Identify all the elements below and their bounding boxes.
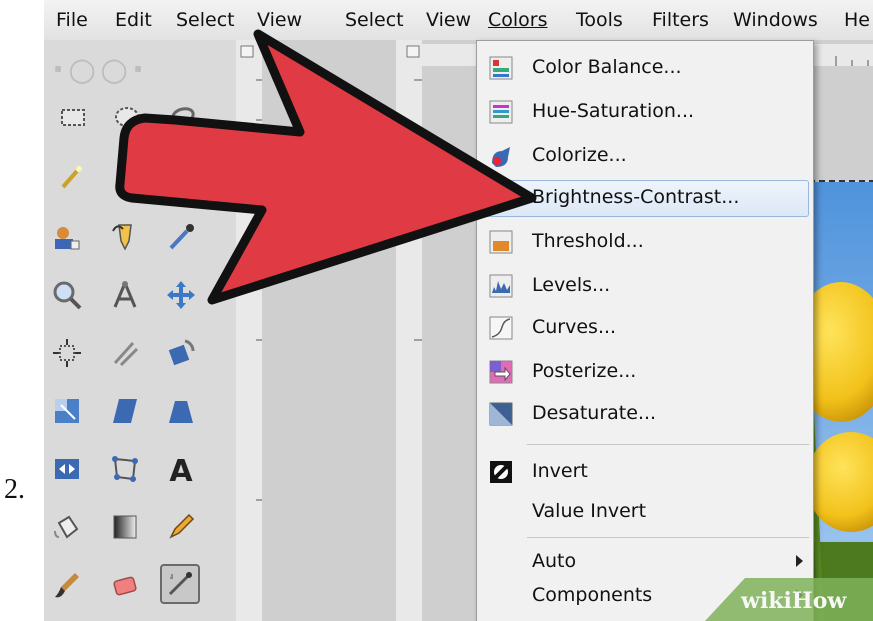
gimp-logo: ·○○· xyxy=(52,50,149,88)
rotate-tool-icon[interactable] xyxy=(162,334,200,372)
menu-filters[interactable]: Filters xyxy=(652,9,709,31)
measure-tool-icon[interactable] xyxy=(106,276,144,314)
flip-tool-icon[interactable] xyxy=(48,450,86,488)
airbrush-tool-icon[interactable] xyxy=(160,564,200,604)
svg-text:A: A xyxy=(169,454,193,485)
menu-separator-2 xyxy=(527,537,809,538)
color-balance-icon xyxy=(489,56,513,80)
pencil-tool-icon[interactable] xyxy=(162,508,200,546)
menu-select-2[interactable]: Select xyxy=(345,9,404,31)
menu-edit[interactable]: Edit xyxy=(115,9,152,31)
menu-item-colorize[interactable]: Colorize... xyxy=(477,135,813,177)
ellipse-select-tool-icon[interactable] xyxy=(108,98,146,136)
menu-item-posterize[interactable]: Posterize... xyxy=(477,351,813,393)
select-by-color-tool-icon[interactable] xyxy=(108,158,146,196)
menu-item-invert[interactable]: Invert xyxy=(477,451,813,493)
align-tool-icon[interactable] xyxy=(48,334,86,372)
menu-bar: File Edit Select View Select View Colors… xyxy=(44,0,873,41)
desaturate-icon xyxy=(489,402,513,426)
rect-select-tool-icon[interactable] xyxy=(54,98,92,136)
paintbrush-tool-icon[interactable] xyxy=(48,566,86,604)
menu-item-curves[interactable]: Curves... xyxy=(477,307,813,349)
curves-icon xyxy=(489,316,513,340)
menu-item-color-balance[interactable]: Color Balance... xyxy=(477,47,813,89)
wikihow-watermark: wikiHow xyxy=(705,578,873,621)
menu-item-desaturate[interactable]: Desaturate... xyxy=(477,393,813,435)
menu-view[interactable]: View xyxy=(257,9,302,31)
text-tool-icon[interactable]: A xyxy=(162,450,200,488)
foreground-select-tool-icon[interactable] xyxy=(48,218,86,256)
invert-icon xyxy=(490,461,512,483)
colors-menu: Color Balance... Hue-Saturation... Color… xyxy=(476,40,814,621)
colorize-icon xyxy=(492,147,510,167)
menu-help[interactable]: He xyxy=(844,9,870,31)
levels-icon xyxy=(489,274,513,298)
menu-item-value-invert[interactable]: Value Invert xyxy=(477,491,813,533)
perspective-tool-icon[interactable] xyxy=(162,392,200,430)
menu-file[interactable]: File xyxy=(56,9,88,31)
eraser-tool-icon[interactable] xyxy=(106,566,144,604)
bucket-fill-tool-icon[interactable] xyxy=(48,508,86,546)
crop-tool-icon[interactable] xyxy=(106,334,144,372)
menu-tools[interactable]: Tools xyxy=(576,9,623,31)
color-picker-tool-icon[interactable] xyxy=(162,218,200,256)
submenu-arrow-icon xyxy=(796,555,803,567)
watermark-how: How xyxy=(791,588,847,614)
lasso-tool-icon[interactable] xyxy=(164,98,202,136)
move-tool-icon[interactable] xyxy=(162,276,200,314)
menu-separator xyxy=(527,444,809,445)
toolbox: ·○○· A xyxy=(44,40,236,621)
gimp-window: File Edit Select View Select View Colors… xyxy=(44,0,873,621)
menu-item-threshold[interactable]: Threshold... xyxy=(477,221,813,263)
paths-tool-icon[interactable] xyxy=(106,218,144,256)
fuzzy-select-tool-icon[interactable] xyxy=(54,158,92,196)
menu-view-2[interactable]: View xyxy=(426,9,471,31)
menu-item-brightness-contrast[interactable]: Brightness-Contrast... xyxy=(477,177,813,219)
watermark-wiki: wiki xyxy=(741,588,792,614)
menu-item-hue-saturation[interactable]: Hue-Saturation... xyxy=(477,91,813,133)
menu-windows[interactable]: Windows xyxy=(733,9,818,31)
zoom-tool-icon[interactable] xyxy=(48,276,86,314)
hue-saturation-icon xyxy=(489,100,513,124)
menu-colors[interactable]: Colors xyxy=(488,9,548,31)
posterize-icon xyxy=(489,360,513,384)
menu-item-levels[interactable]: Levels... xyxy=(477,265,813,307)
blend-tool-icon[interactable] xyxy=(106,508,144,546)
cage-transform-tool-icon[interactable] xyxy=(106,450,144,488)
menu-select[interactable]: Select xyxy=(176,9,235,31)
scale-tool-icon[interactable] xyxy=(48,392,86,430)
threshold-icon xyxy=(489,230,513,254)
step-number: 2. xyxy=(4,474,25,505)
shear-tool-icon[interactable] xyxy=(106,392,144,430)
